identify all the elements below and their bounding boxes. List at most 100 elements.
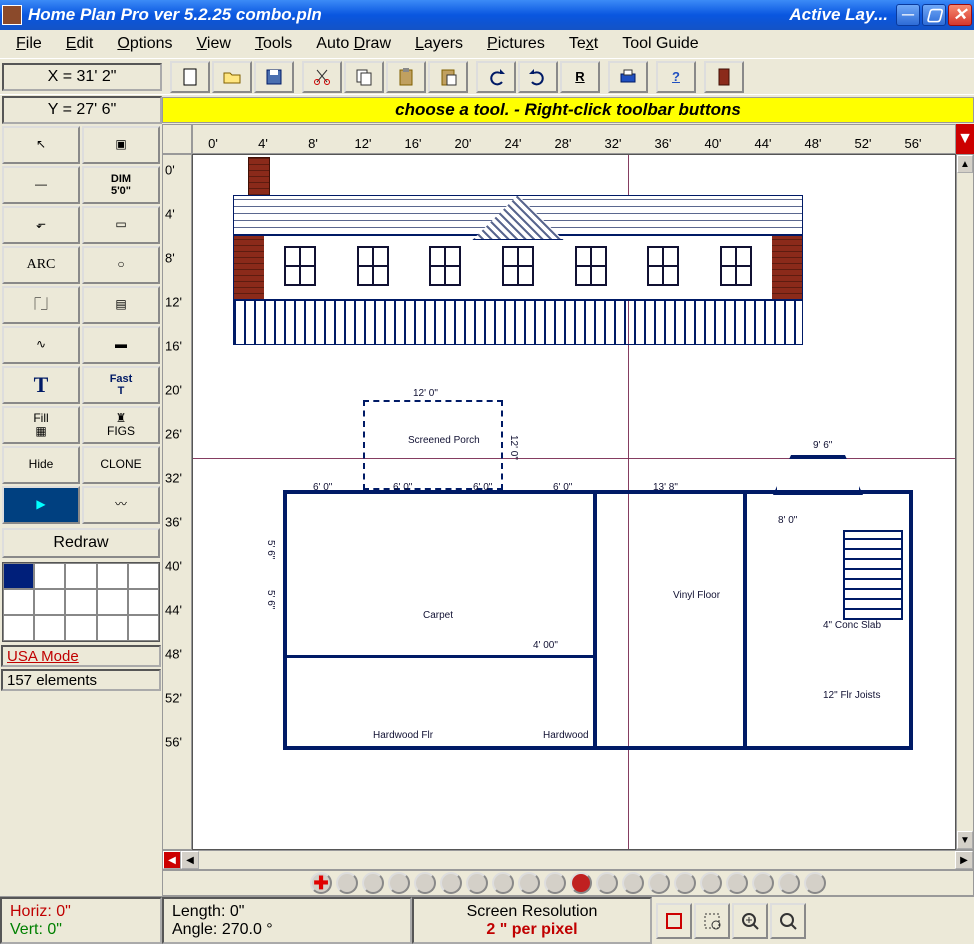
- view-extents-button[interactable]: [656, 903, 692, 939]
- cut-button[interactable]: [302, 61, 342, 93]
- tool-figs[interactable]: ♜ FIGS: [82, 406, 160, 444]
- tool-thick-line[interactable]: ▬: [82, 326, 160, 364]
- layer-chip[interactable]: [466, 872, 488, 894]
- paste-special-button[interactable]: [428, 61, 468, 93]
- tool-freehand[interactable]: 〰: [82, 486, 160, 524]
- tool-pointer[interactable]: ↖: [2, 126, 80, 164]
- mode-label[interactable]: USA Mode: [1, 645, 161, 667]
- menu-layers[interactable]: Layers: [403, 33, 475, 55]
- color-swatch[interactable]: [34, 563, 65, 589]
- layer-chip[interactable]: [648, 872, 670, 894]
- layer-chip[interactable]: [492, 872, 514, 894]
- tool-line[interactable]: —: [2, 166, 80, 204]
- scroll-left-arrow[interactable]: ◀: [181, 851, 199, 869]
- tool-door[interactable]: ⎾⏌: [2, 286, 80, 324]
- layer-chip[interactable]: [544, 872, 566, 894]
- open-button[interactable]: [212, 61, 252, 93]
- color-swatch[interactable]: [128, 615, 159, 641]
- layer-chip[interactable]: [596, 872, 618, 894]
- layer-chip[interactable]: [622, 872, 644, 894]
- vertical-scrollbar[interactable]: ▲ ▼: [956, 154, 974, 850]
- tool-fill[interactable]: Fill ▦: [2, 406, 80, 444]
- layer-chip[interactable]: [414, 872, 436, 894]
- h-ruler-tick: 4': [258, 136, 268, 151]
- zoom-window-icon: [702, 911, 722, 931]
- layer-chip[interactable]: [804, 872, 826, 894]
- paste-button[interactable]: [386, 61, 426, 93]
- maximize-button[interactable]: ▢: [922, 4, 946, 26]
- horizontal-scrollbar[interactable]: ◀ ◀ ▶: [162, 850, 974, 870]
- tool-clone[interactable]: CLONE: [82, 446, 160, 484]
- tool-curve[interactable]: ∿: [2, 326, 80, 364]
- repeat-button[interactable]: R: [560, 61, 600, 93]
- layer-chip[interactable]: [700, 872, 722, 894]
- exit-door-button[interactable]: [704, 61, 744, 93]
- tool-rectangle[interactable]: ▭: [82, 206, 160, 244]
- color-swatch[interactable]: [3, 589, 34, 615]
- scroll-left-red[interactable]: ◀: [163, 851, 181, 869]
- menu-file[interactable]: File: [4, 33, 54, 55]
- color-swatch-selected[interactable]: [3, 563, 34, 589]
- tool-circle[interactable]: ○: [82, 246, 160, 284]
- print-button[interactable]: [608, 61, 648, 93]
- color-swatch[interactable]: [128, 589, 159, 615]
- color-swatch[interactable]: [65, 589, 96, 615]
- menu-autodraw[interactable]: Auto Draw: [304, 33, 403, 55]
- h-ruler-tick: 12': [355, 136, 372, 151]
- scroll-down-arrow[interactable]: ▼: [957, 831, 973, 849]
- undo-button[interactable]: [476, 61, 516, 93]
- color-swatch[interactable]: [97, 563, 128, 589]
- color-swatch[interactable]: [128, 563, 159, 589]
- tool-screen[interactable]: ▶: [2, 486, 80, 524]
- save-button[interactable]: [254, 61, 294, 93]
- menu-options[interactable]: Options: [105, 33, 184, 55]
- minimize-button[interactable]: ─: [896, 4, 920, 26]
- tool-window-tool[interactable]: ▤: [82, 286, 160, 324]
- tool-dimension[interactable]: DIM 5'0": [82, 166, 160, 204]
- layer-chip[interactable]: [674, 872, 696, 894]
- menu-edit[interactable]: Edit: [54, 33, 106, 55]
- layer-chip[interactable]: [388, 872, 410, 894]
- menu-pictures[interactable]: Pictures: [475, 33, 557, 55]
- redraw-button[interactable]: Redraw: [2, 528, 160, 558]
- tool-text[interactable]: T: [2, 366, 80, 404]
- tool-marquee[interactable]: ▣: [82, 126, 160, 164]
- color-palette[interactable]: [2, 562, 160, 642]
- layer-chip[interactable]: [336, 872, 358, 894]
- scroll-right-arrow[interactable]: ▶: [955, 851, 973, 869]
- layer-chip[interactable]: [726, 872, 748, 894]
- tool-polyline[interactable]: ⬐: [2, 206, 80, 244]
- menu-view[interactable]: View: [185, 33, 243, 55]
- help-button[interactable]: ?: [656, 61, 696, 93]
- tool-hide[interactable]: Hide: [2, 446, 80, 484]
- menu-tools[interactable]: Tools: [243, 33, 304, 55]
- layer-chip[interactable]: [518, 872, 540, 894]
- menu-text[interactable]: Text: [557, 33, 610, 55]
- color-swatch[interactable]: [65, 563, 96, 589]
- add-layer-button[interactable]: ✚: [310, 872, 332, 894]
- color-swatch[interactable]: [65, 615, 96, 641]
- tool-arc[interactable]: ARC: [2, 246, 80, 284]
- ruler-right-arrow[interactable]: ▼: [956, 124, 974, 154]
- layer-chip-active[interactable]: [570, 872, 592, 894]
- zoom-in-button[interactable]: [732, 903, 768, 939]
- drawing-canvas[interactable]: Screened Porch 12' 0" 12' 0" 6' 0" 6' 0"…: [192, 154, 956, 850]
- menu-toolguide[interactable]: Tool Guide: [610, 33, 711, 55]
- layer-chip[interactable]: [752, 872, 774, 894]
- zoom-window-button[interactable]: [694, 903, 730, 939]
- scroll-up-arrow[interactable]: ▲: [957, 155, 973, 173]
- layer-chip[interactable]: [362, 872, 384, 894]
- zoom-out-button[interactable]: [770, 903, 806, 939]
- layer-chip[interactable]: [778, 872, 800, 894]
- color-swatch[interactable]: [34, 589, 65, 615]
- copy-button[interactable]: [344, 61, 384, 93]
- new-button[interactable]: [170, 61, 210, 93]
- redo-button[interactable]: [518, 61, 558, 93]
- layer-chip[interactable]: [440, 872, 462, 894]
- color-swatch[interactable]: [97, 615, 128, 641]
- close-button[interactable]: ✕: [948, 4, 972, 26]
- color-swatch[interactable]: [34, 615, 65, 641]
- tool-fast-text[interactable]: Fast T: [82, 366, 160, 404]
- color-swatch[interactable]: [97, 589, 128, 615]
- color-swatch[interactable]: [3, 615, 34, 641]
